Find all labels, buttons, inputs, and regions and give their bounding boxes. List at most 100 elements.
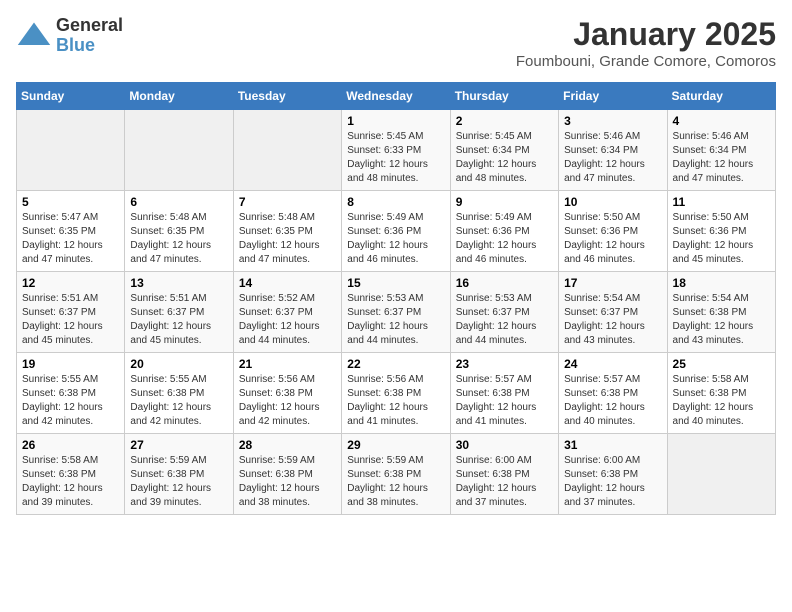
weekday-header: Thursday <box>450 83 558 110</box>
calendar-cell: 16 Sunrise: 5:53 AM Sunset: 6:37 PM Dayli… <box>450 272 558 353</box>
day-number: 13 <box>130 276 227 290</box>
day-info: Sunrise: 6:00 AM Sunset: 6:38 PM Dayligh… <box>456 454 553 510</box>
calendar-cell: 11 Sunrise: 5:50 AM Sunset: 6:36 PM Dayli… <box>667 191 775 272</box>
logo: General Blue <box>16 16 123 56</box>
day-number: 30 <box>456 438 553 452</box>
calendar-cell: 15 Sunrise: 5:53 AM Sunset: 6:37 PM Dayli… <box>342 272 450 353</box>
day-number: 23 <box>456 357 553 371</box>
day-number: 3 <box>564 114 661 128</box>
day-number: 19 <box>22 357 119 371</box>
weekday-header: Sunday <box>17 83 125 110</box>
day-number: 22 <box>347 357 444 371</box>
calendar-cell: 1 Sunrise: 5:45 AM Sunset: 6:33 PM Daylig… <box>342 110 450 191</box>
day-number: 31 <box>564 438 661 452</box>
calendar-cell: 10 Sunrise: 5:50 AM Sunset: 6:36 PM Dayli… <box>559 191 667 272</box>
month-title: January 2025 <box>516 16 776 53</box>
day-number: 17 <box>564 276 661 290</box>
calendar-cell <box>17 110 125 191</box>
calendar-week-row: 19 Sunrise: 5:55 AM Sunset: 6:38 PM Dayli… <box>17 353 776 434</box>
calendar-cell: 19 Sunrise: 5:55 AM Sunset: 6:38 PM Dayli… <box>17 353 125 434</box>
day-info: Sunrise: 5:59 AM Sunset: 6:38 PM Dayligh… <box>239 454 336 510</box>
day-number: 15 <box>347 276 444 290</box>
calendar-cell: 23 Sunrise: 5:57 AM Sunset: 6:38 PM Dayli… <box>450 353 558 434</box>
day-info: Sunrise: 5:46 AM Sunset: 6:34 PM Dayligh… <box>673 130 770 186</box>
calendar-week-row: 12 Sunrise: 5:51 AM Sunset: 6:37 PM Dayli… <box>17 272 776 353</box>
calendar-table: SundayMondayTuesdayWednesdayThursdayFrid… <box>16 82 776 515</box>
calendar-cell: 18 Sunrise: 5:54 AM Sunset: 6:38 PM Dayli… <box>667 272 775 353</box>
calendar-cell: 7Sunrise: 5:48 AM Sunset: 6:35 PM Daylig… <box>233 191 341 272</box>
day-number: 2 <box>456 114 553 128</box>
calendar-cell: 27 Sunrise: 5:59 AM Sunset: 6:38 PM Dayli… <box>125 434 233 515</box>
day-info: Sunrise: 5:53 AM Sunset: 6:37 PM Dayligh… <box>456 292 553 348</box>
weekday-header: Monday <box>125 83 233 110</box>
day-info: Sunrise: 5:58 AM Sunset: 6:38 PM Dayligh… <box>673 373 770 429</box>
day-info: Sunrise: 6:00 AM Sunset: 6:38 PM Dayligh… <box>564 454 661 510</box>
day-number: 4 <box>673 114 770 128</box>
day-info: Sunrise: 5:59 AM Sunset: 6:38 PM Dayligh… <box>130 454 227 510</box>
day-number: 16 <box>456 276 553 290</box>
day-info: Sunrise: 5:48 AM Sunset: 6:35 PM Dayligh… <box>239 211 336 267</box>
day-number: 12 <box>22 276 119 290</box>
day-number: 11 <box>673 195 770 209</box>
calendar-cell: 22 Sunrise: 5:56 AM Sunset: 6:38 PM Dayli… <box>342 353 450 434</box>
calendar-cell: 13 Sunrise: 5:51 AM Sunset: 6:37 PM Dayli… <box>125 272 233 353</box>
weekday-header-row: SundayMondayTuesdayWednesdayThursdayFrid… <box>17 83 776 110</box>
day-info: Sunrise: 5:54 AM Sunset: 6:38 PM Dayligh… <box>673 292 770 348</box>
day-info: Sunrise: 5:49 AM Sunset: 6:36 PM Dayligh… <box>347 211 444 267</box>
page-header: General Blue January 2025 Foumbouni, Gra… <box>16 16 776 70</box>
calendar-cell: 6 Sunrise: 5:48 AM Sunset: 6:35 PM Daylig… <box>125 191 233 272</box>
day-info: Sunrise: 5:57 AM Sunset: 6:38 PM Dayligh… <box>564 373 661 429</box>
weekday-header: Saturday <box>667 83 775 110</box>
logo-icon <box>16 18 52 54</box>
day-info: Sunrise: 5:59 AM Sunset: 6:38 PM Dayligh… <box>347 454 444 510</box>
day-info: Sunrise: 5:49 AM Sunset: 6:36 PM Dayligh… <box>456 211 553 267</box>
day-number: 5 <box>22 195 119 209</box>
calendar-cell <box>125 110 233 191</box>
calendar-cell: 31 Sunrise: 6:00 AM Sunset: 6:38 PM Dayli… <box>559 434 667 515</box>
day-info: Sunrise: 5:45 AM Sunset: 6:33 PM Dayligh… <box>347 130 444 186</box>
logo-general: General <box>56 16 123 36</box>
day-info: Sunrise: 5:45 AM Sunset: 6:34 PM Dayligh… <box>456 130 553 186</box>
calendar-week-row: 1 Sunrise: 5:45 AM Sunset: 6:33 PM Daylig… <box>17 110 776 191</box>
calendar-cell: 8 Sunrise: 5:49 AM Sunset: 6:36 PM Daylig… <box>342 191 450 272</box>
day-info: Sunrise: 5:55 AM Sunset: 6:38 PM Dayligh… <box>130 373 227 429</box>
calendar-cell: 9 Sunrise: 5:49 AM Sunset: 6:36 PM Daylig… <box>450 191 558 272</box>
calendar-cell <box>667 434 775 515</box>
day-info: Sunrise: 5:51 AM Sunset: 6:37 PM Dayligh… <box>130 292 227 348</box>
calendar-cell: 4 Sunrise: 5:46 AM Sunset: 6:34 PM Daylig… <box>667 110 775 191</box>
calendar-week-row: 5Sunrise: 5:47 AM Sunset: 6:35 PM Daylig… <box>17 191 776 272</box>
day-info: Sunrise: 5:58 AM Sunset: 6:38 PM Dayligh… <box>22 454 119 510</box>
day-number: 6 <box>130 195 227 209</box>
day-number: 14 <box>239 276 336 290</box>
day-info: Sunrise: 5:55 AM Sunset: 6:38 PM Dayligh… <box>22 373 119 429</box>
calendar-cell <box>233 110 341 191</box>
day-info: Sunrise: 5:54 AM Sunset: 6:37 PM Dayligh… <box>564 292 661 348</box>
logo-blue: Blue <box>56 36 123 56</box>
day-info: Sunrise: 5:50 AM Sunset: 6:36 PM Dayligh… <box>564 211 661 267</box>
calendar-cell: 5Sunrise: 5:47 AM Sunset: 6:35 PM Daylig… <box>17 191 125 272</box>
day-number: 1 <box>347 114 444 128</box>
day-number: 8 <box>347 195 444 209</box>
day-info: Sunrise: 5:56 AM Sunset: 6:38 PM Dayligh… <box>347 373 444 429</box>
day-info: Sunrise: 5:51 AM Sunset: 6:37 PM Dayligh… <box>22 292 119 348</box>
day-number: 20 <box>130 357 227 371</box>
day-number: 28 <box>239 438 336 452</box>
logo-text: General Blue <box>56 16 123 56</box>
weekday-header: Wednesday <box>342 83 450 110</box>
calendar-week-row: 26Sunrise: 5:58 AM Sunset: 6:38 PM Dayli… <box>17 434 776 515</box>
calendar-cell: 14Sunrise: 5:52 AM Sunset: 6:37 PM Dayli… <box>233 272 341 353</box>
day-info: Sunrise: 5:53 AM Sunset: 6:37 PM Dayligh… <box>347 292 444 348</box>
day-number: 27 <box>130 438 227 452</box>
day-number: 10 <box>564 195 661 209</box>
title-block: January 2025 Foumbouni, Grande Comore, C… <box>516 16 776 70</box>
calendar-cell: 2 Sunrise: 5:45 AM Sunset: 6:34 PM Daylig… <box>450 110 558 191</box>
day-number: 9 <box>456 195 553 209</box>
day-number: 18 <box>673 276 770 290</box>
calendar-cell: 12 Sunrise: 5:51 AM Sunset: 6:37 PM Dayli… <box>17 272 125 353</box>
day-info: Sunrise: 5:48 AM Sunset: 6:35 PM Dayligh… <box>130 211 227 267</box>
day-info: Sunrise: 5:50 AM Sunset: 6:36 PM Dayligh… <box>673 211 770 267</box>
day-info: Sunrise: 5:57 AM Sunset: 6:38 PM Dayligh… <box>456 373 553 429</box>
calendar-cell: 21Sunrise: 5:56 AM Sunset: 6:38 PM Dayli… <box>233 353 341 434</box>
day-number: 29 <box>347 438 444 452</box>
day-info: Sunrise: 5:46 AM Sunset: 6:34 PM Dayligh… <box>564 130 661 186</box>
